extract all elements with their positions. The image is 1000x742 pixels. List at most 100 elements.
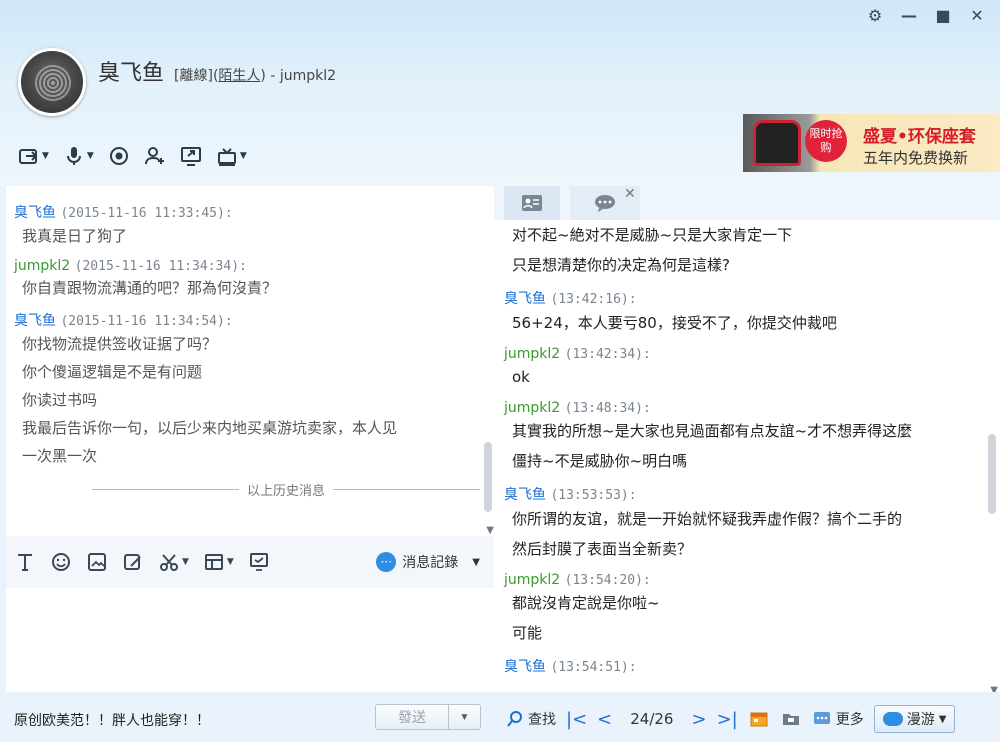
message: jumpkl2 (2015-11-16 11:34:34): 你自責跟物流溝通的…	[6, 258, 494, 302]
screen-tool-button[interactable]	[248, 551, 270, 573]
message: jumpkl2 (13:42:34): ok	[494, 346, 1000, 392]
message-line: 可能	[512, 624, 543, 642]
message-sender: 臭飞鱼	[14, 313, 56, 329]
message-sender: jumpkl2	[504, 400, 561, 416]
minimize-icon[interactable]: —	[900, 6, 918, 25]
history-scrollbar-thumb[interactable]	[484, 442, 492, 512]
message-line: 其實我的所想~是大家也見過面都有点友誼~才不想弄得这麼	[512, 422, 913, 440]
screenshot-button[interactable]: ▼	[158, 551, 189, 573]
camera-icon	[109, 147, 128, 165]
message-line: 你自責跟物流溝通的吧？那為何沒責？	[22, 279, 278, 297]
message: 臭飞鱼 (13:53:53): 你所谓的友谊，就是一开始就怀疑我弄虚作假？搞个二…	[494, 484, 1000, 564]
last-page-icon[interactable]: >|	[717, 709, 738, 730]
send-file-button[interactable]: ▼	[18, 145, 49, 167]
contact-account: ) - jumpkl2	[260, 68, 337, 84]
maximize-icon[interactable]: ■	[934, 6, 952, 25]
roam-label: 漫游	[906, 712, 935, 728]
search-label: 查找	[528, 712, 556, 728]
message-time: (13:48:34):	[564, 401, 651, 416]
contact-name-line: 臭飞鱼 [離線]( 陌生人 ) - jumpkl2	[98, 55, 336, 87]
voice-call-button[interactable]: ▼	[63, 145, 94, 167]
contact-relation-link[interactable]: 陌生人	[218, 65, 260, 85]
message-line: 我最后告诉你一句，以后少来内地买桌游坑卖家，本人见	[22, 419, 398, 437]
ad-subtitle: 五年内免费换新	[863, 149, 969, 167]
message-line: 你个傻逼逻辑是不是有问题	[22, 363, 203, 381]
scroll-down-icon[interactable]: ▼	[486, 525, 494, 536]
message: jumpkl2 (13:54:20): 都說沒肯定說是你啦~ 可能	[494, 572, 1000, 648]
message-sender: jumpkl2	[504, 346, 561, 362]
chat-window-header: ⚙ — ■ ✕ 臭飞鱼 [離線]( 陌生人 ) - jumpkl2 ▼ ▼ ▼	[0, 0, 1000, 186]
prev-page-icon[interactable]: <	[597, 709, 612, 730]
message-time: (2015-11-16 11:34:54):	[60, 314, 233, 329]
doodle-button[interactable]	[122, 551, 144, 573]
microphone-icon	[66, 147, 81, 165]
share-screen-button[interactable]	[180, 145, 202, 167]
template-button[interactable]: ▼	[203, 551, 234, 573]
remote-icon	[217, 148, 236, 166]
message-sender: jumpkl2	[14, 258, 71, 274]
message-time: (2015-11-16 11:33:45):	[60, 206, 233, 221]
folder-icon[interactable]	[780, 709, 802, 729]
message-line: 你所谓的友谊，就是一开始就怀疑我弄虚作假？搞个二手的	[512, 510, 903, 528]
message-time: (13:42:16):	[550, 292, 637, 307]
monitor-icon	[249, 553, 268, 571]
chevron-down-icon: ▼	[938, 713, 947, 725]
send-button[interactable]: 發送	[375, 704, 449, 730]
message-history-button[interactable]: ··· 消息記錄 ▼	[376, 552, 480, 572]
avatar[interactable]	[18, 48, 86, 116]
contact-nickname[interactable]: 臭飞鱼	[98, 55, 164, 87]
pencil-icon	[124, 554, 141, 570]
calendar-icon[interactable]	[748, 709, 770, 729]
message-line: 你读过书吗	[22, 391, 98, 409]
message-line: 对不起~絶对不是威胁~只是大家肯定一下	[512, 226, 793, 244]
message-input[interactable]	[6, 588, 494, 692]
scroll-down-icon[interactable]: ▼	[990, 685, 998, 692]
message-history-label: 消息記錄	[402, 555, 459, 571]
record-scrollbar-thumb[interactable]	[988, 434, 996, 514]
message-time: (13:53:53):	[550, 488, 637, 503]
remote-assist-button[interactable]: ▼	[216, 145, 247, 167]
more-label: 更多	[835, 712, 864, 728]
image-button[interactable]	[86, 551, 108, 573]
tab-contact-card[interactable]	[504, 186, 560, 220]
input-toolbar: ▼ ▼ ··· 消息記錄 ▼	[6, 536, 494, 588]
close-tab-icon[interactable]: ✕	[624, 186, 636, 202]
first-page-icon[interactable]: |<	[566, 709, 587, 730]
close-icon[interactable]: ✕	[968, 6, 986, 25]
message-line: 一次黑一次	[22, 447, 98, 465]
add-contact-button[interactable]	[144, 145, 166, 167]
table-icon	[204, 554, 223, 570]
send-options-button[interactable]: ▼	[449, 704, 481, 730]
message-sender: 臭飞鱼	[14, 205, 56, 221]
emoji-button[interactable]	[50, 551, 72, 573]
message-sender: jumpkl2	[504, 572, 561, 588]
promo-text-link[interactable]: 原创欧美范！！胖人也能穿！！	[14, 710, 210, 730]
message-line: 然后封膜了表面当全新卖？	[512, 540, 693, 558]
message-time: (13:42:34):	[564, 347, 651, 362]
contact-toolbar: ▼ ▼ ▼	[18, 145, 247, 167]
contact-card-icon	[522, 195, 542, 211]
cloud-icon	[882, 712, 903, 726]
message-line: 我真是日了狗了	[22, 227, 128, 245]
history-label: 以上历史消息	[247, 484, 326, 499]
font-button[interactable]	[14, 551, 36, 573]
image-icon	[88, 553, 106, 571]
font-icon	[18, 554, 32, 571]
message: 臭飞鱼 (13:54:51):	[494, 656, 1000, 676]
message-line: 56+24，本人要亏80，接受不了，你提交仲裁吧	[512, 314, 837, 332]
ad-banner[interactable]: 限时抢购 盛夏•环保座套 五年内免费换新	[743, 114, 1000, 172]
roam-button[interactable]: 漫游 ▼	[873, 705, 956, 733]
next-page-icon[interactable]: >	[691, 709, 706, 730]
more-button[interactable]: 更多	[812, 709, 864, 729]
video-call-button[interactable]	[108, 145, 130, 167]
gear-icon[interactable]: ⚙	[866, 6, 884, 25]
message-line: ok	[512, 368, 530, 386]
add-user-icon	[144, 147, 164, 165]
car-seat-image	[753, 120, 801, 166]
message-line: 都說沒肯定說是你啦~	[512, 594, 660, 612]
search-icon	[507, 711, 522, 727]
message: jumpkl2 (13:48:34): 其實我的所想~是大家也見過面都有点友誼~…	[494, 400, 1000, 476]
send-group: 發送 ▼	[375, 704, 481, 730]
message-time: (13:54:51):	[550, 660, 637, 675]
search-button[interactable]: 查找	[506, 709, 556, 729]
